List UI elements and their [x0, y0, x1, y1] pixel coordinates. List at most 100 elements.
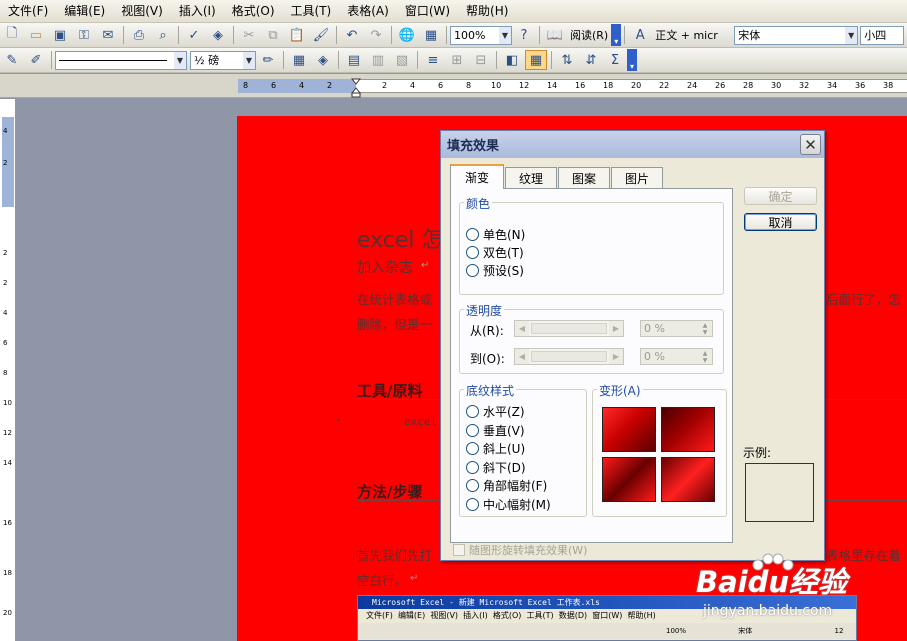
variant-1[interactable]	[602, 407, 656, 452]
radio-one-color[interactable]: 单色(N)	[466, 226, 525, 243]
format-painter-icon[interactable]: 🖌	[310, 25, 332, 45]
variant-4[interactable]	[661, 457, 715, 502]
menu-file[interactable]: 文件(F)	[0, 0, 56, 22]
tab-picture[interactable]: 图片	[611, 167, 663, 188]
merge-cells-icon[interactable]: ▥	[367, 50, 389, 70]
distribute-columns-icon[interactable]: ⊟	[470, 50, 492, 70]
menu-help[interactable]: 帮助(H)	[458, 0, 516, 22]
menu-window[interactable]: 窗口(W)	[397, 0, 458, 22]
print-preview-icon[interactable]: ⌕	[152, 25, 174, 45]
chevron-down-icon[interactable]: ▼	[174, 51, 186, 69]
menu-view[interactable]: 视图(V)	[113, 0, 171, 22]
variant-2[interactable]	[661, 407, 715, 452]
help-icon[interactable]: ?	[513, 25, 535, 45]
chevron-left-icon[interactable]: ◀	[515, 321, 529, 336]
copy-icon[interactable]: ⧉	[262, 25, 284, 45]
ruler-margin	[238, 79, 356, 93]
line-weight-select[interactable]: ½ 磅 ▼	[190, 50, 256, 70]
to-spinner[interactable]: 0 % ▲ ▼	[640, 348, 713, 365]
drawing-toolbar: ✎ ✐ ▼ ½ 磅 ▼ ✏ ▦ ◈ ▤ ▥ ▧ ≡ ⊞ ⊟ ◧ ▦ ⇅ ⇵ Σ …	[0, 48, 907, 73]
radio-vertical[interactable]: 垂直(V)	[466, 422, 525, 439]
radio-two-colors[interactable]: 双色(T)	[466, 244, 524, 261]
line-style-select[interactable]: ▼	[55, 50, 187, 70]
horizontal-ruler[interactable]: 8 6 4 2 2 4 6 8 10 12 14 16 18 20 22 24 …	[0, 74, 907, 98]
autosum-icon[interactable]: Σ	[604, 50, 626, 70]
print-icon[interactable]: ⎙	[128, 25, 150, 45]
border-color-icon[interactable]: ✏	[257, 50, 279, 70]
spinner-arrows-icon[interactable]: ▲ ▼	[698, 349, 712, 364]
radio-diagonal-up[interactable]: 斜上(U)	[466, 440, 525, 457]
align-icon[interactable]: ≡	[422, 50, 444, 70]
edit-doc-icon[interactable]: ✐	[25, 50, 47, 70]
tab-gradient[interactable]: 渐变	[450, 164, 504, 189]
radio-diagonal-down[interactable]: 斜下(D)	[466, 459, 526, 476]
font-select[interactable]: 宋体 ▼	[734, 25, 859, 45]
embedded-menu-item: 数据(D)	[558, 611, 588, 620]
dialog-titlebar[interactable]: 填充效果 ✕	[441, 131, 824, 158]
toolbar-separator	[551, 51, 552, 69]
permission-icon[interactable]: ⚿	[73, 25, 95, 45]
distribute-rows-icon[interactable]: ⊞	[446, 50, 468, 70]
slider-track[interactable]	[531, 323, 607, 334]
zoom-select[interactable]: 100% ▼	[450, 25, 512, 45]
variant-3[interactable]	[602, 457, 656, 502]
cancel-button[interactable]: 取消	[744, 213, 817, 231]
from-slider[interactable]: ◀ ▶	[514, 320, 624, 337]
new-doc-icon[interactable]: 🗋	[1, 25, 23, 45]
vertical-ruler[interactable]: 4 2 2 2 4 6 8 10 12 14 16 18 20	[0, 99, 16, 641]
radio-from-corner[interactable]: 角部幅射(F)	[466, 477, 547, 494]
spelling-icon[interactable]: ✓	[183, 25, 205, 45]
redo-icon[interactable]: ↷	[365, 25, 387, 45]
rotate-with-shape-checkbox[interactable]: 随图形旋转填充效果(W)	[453, 542, 587, 558]
tab-pattern[interactable]: 图案	[558, 167, 610, 188]
radio-preset[interactable]: 预设(S)	[466, 262, 524, 279]
toolbar-options-icon[interactable]: ▾	[611, 24, 622, 46]
menu-tools[interactable]: 工具(T)	[283, 0, 340, 22]
undo-icon[interactable]: ↶	[341, 25, 363, 45]
border-icon[interactable]: ▦	[288, 50, 310, 70]
sort-descending-icon[interactable]: ⇵	[580, 50, 602, 70]
to-slider[interactable]: ◀ ▶	[514, 348, 624, 365]
radio-horizontal[interactable]: 水平(Z)	[466, 403, 525, 420]
menu-edit[interactable]: 编辑(E)	[56, 0, 113, 22]
chevron-right-icon[interactable]: ▶	[609, 321, 623, 336]
chevron-down-icon[interactable]: ▼	[845, 26, 858, 44]
hyperlink-icon[interactable]: 🌐	[396, 25, 418, 45]
menu-insert[interactable]: 插入(I)	[171, 0, 224, 22]
embedded-zoom: 100%	[666, 627, 687, 635]
paste-icon[interactable]: 📋	[286, 25, 308, 45]
chevron-down-icon[interactable]: ▼	[243, 51, 255, 69]
cut-icon[interactable]: ✂	[238, 25, 260, 45]
shading-color-icon[interactable]: ◈	[312, 50, 334, 70]
sort-ascending-icon[interactable]: ⇅	[556, 50, 578, 70]
insert-table-icon[interactable]: ▤	[343, 50, 365, 70]
chevron-left-icon[interactable]: ◀	[515, 349, 529, 364]
save-icon[interactable]: ▣	[49, 25, 71, 45]
close-icon[interactable]: ✕	[800, 134, 821, 155]
indent-marker-icon[interactable]	[351, 78, 361, 98]
chevron-right-icon[interactable]: ▶	[609, 349, 623, 364]
research-icon[interactable]: ◈	[207, 25, 229, 45]
table-grid-icon[interactable]: ▦	[525, 50, 547, 70]
menu-table[interactable]: 表格(A)	[339, 0, 397, 22]
menu-format[interactable]: 格式(O)	[224, 0, 283, 22]
radio-from-center[interactable]: 中心幅射(M)	[466, 496, 551, 513]
slider-track[interactable]	[531, 351, 607, 362]
ok-button[interactable]: 确定	[744, 187, 817, 205]
style-select[interactable]: 正文 + micr	[652, 27, 734, 43]
tab-texture[interactable]: 纹理	[505, 167, 557, 188]
edit-icon[interactable]: ✎	[1, 50, 23, 70]
read-icon[interactable]: 📖	[544, 25, 566, 45]
chevron-down-icon[interactable]: ▼	[499, 26, 511, 44]
tables-borders-icon[interactable]: ▦	[420, 25, 442, 45]
split-cells-icon[interactable]: ▧	[391, 50, 413, 70]
font-size-select[interactable]: 小四	[860, 25, 905, 45]
toolbar-options-icon[interactable]: ▾	[627, 49, 637, 71]
open-folder-icon[interactable]: ▭	[25, 25, 47, 45]
read-button[interactable]: 阅读(R)	[567, 27, 611, 43]
styles-icon[interactable]: A	[629, 25, 651, 45]
from-spinner[interactable]: 0 % ▲ ▼	[640, 320, 713, 337]
spinner-arrows-icon[interactable]: ▲ ▼	[698, 321, 712, 336]
email-icon[interactable]: ✉	[97, 25, 119, 45]
autoformat-icon[interactable]: ◧	[501, 50, 523, 70]
